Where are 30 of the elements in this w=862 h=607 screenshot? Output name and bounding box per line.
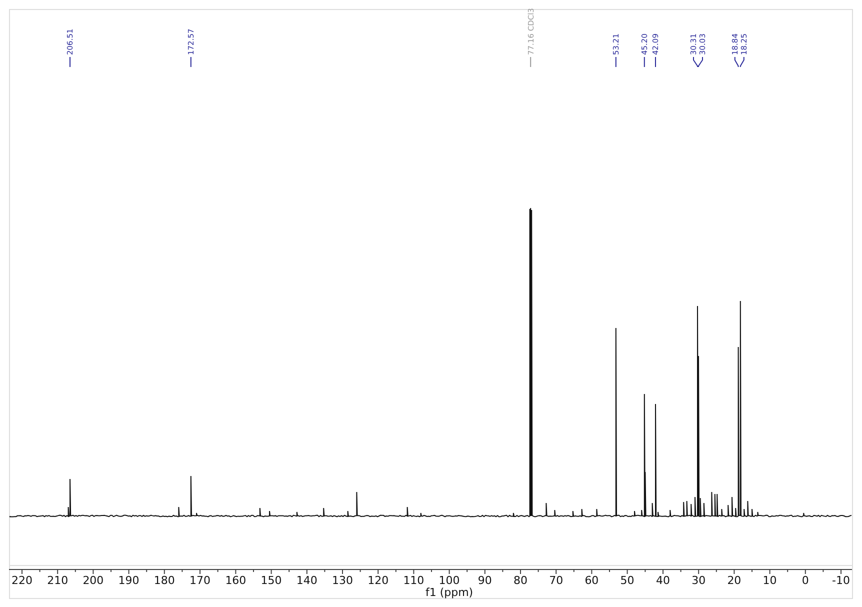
tick-label: 210: [47, 574, 68, 587]
tick-label: 40: [656, 574, 670, 587]
tick-label: 90: [478, 574, 492, 587]
tick-label: 10: [762, 574, 777, 587]
leader-line: [644, 56, 645, 68]
tick-label: 200: [82, 574, 104, 587]
tick-label: 120: [368, 574, 389, 587]
tick-label: 0: [802, 574, 809, 587]
tick-label: 70: [549, 574, 564, 587]
tick-label: 190: [118, 574, 140, 587]
tick-label: 80: [514, 574, 528, 587]
tick-label: 150: [260, 574, 282, 587]
tick-label: 30: [692, 574, 706, 587]
leader-line: [190, 56, 192, 68]
tick-label: 170: [190, 574, 210, 587]
tick-label: 110: [403, 574, 424, 587]
tick-label: 50: [620, 574, 634, 587]
tick-label: 180: [154, 574, 175, 587]
tick-label: 220: [12, 574, 32, 587]
leader-line: [530, 56, 532, 68]
axis-label: f1 (ppm): [425, 586, 474, 599]
tick-label: 60: [584, 574, 599, 587]
leader-line: [615, 56, 616, 68]
tick-label: 100: [438, 574, 460, 587]
tick-label: -10: [832, 574, 850, 587]
tick-label: 160: [225, 574, 246, 587]
tick-label: 20: [727, 574, 742, 587]
leader-line: [655, 56, 656, 68]
tick-label: 140: [296, 574, 318, 587]
tick-label: 130: [332, 574, 353, 587]
